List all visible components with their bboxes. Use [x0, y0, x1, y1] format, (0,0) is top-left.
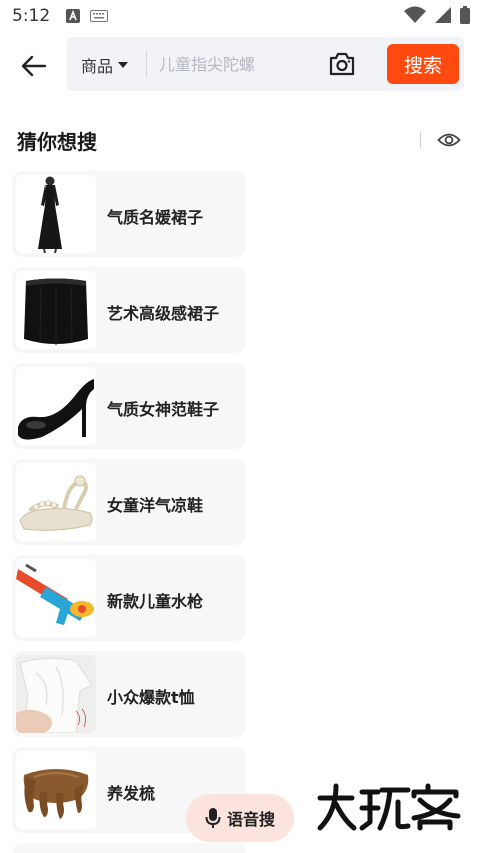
dawanke-logo-image	[317, 783, 461, 831]
suggestion-label: 女童洋气凉鞋	[107, 496, 204, 515]
white-tshirt-image	[16, 655, 96, 733]
search-box: 商品 搜索	[67, 37, 464, 91]
suggestion-item[interactable]: 气质女神范鞋子	[12, 363, 246, 449]
microphone-icon	[205, 808, 221, 828]
status-bar: 5:12	[0, 0, 480, 32]
product-thumbnail	[16, 367, 96, 445]
arrow-left-icon	[21, 55, 47, 77]
product-thumbnail	[16, 559, 96, 637]
keyboard-icon	[90, 10, 109, 22]
status-time: 5:12	[12, 6, 51, 26]
product-thumbnail	[16, 175, 96, 253]
camera-icon	[329, 52, 355, 76]
battery-icon	[460, 6, 470, 24]
scope-divider	[146, 51, 147, 77]
wifi-icon	[404, 6, 426, 23]
visibility-toggle[interactable]	[437, 130, 461, 150]
wooden-comb-image	[23, 769, 89, 819]
back-button[interactable]	[18, 50, 50, 82]
product-thumbnail	[16, 271, 96, 349]
product-thumbnail	[16, 463, 96, 541]
suggestion-label: 气质女神范鞋子	[107, 400, 220, 419]
black-skirt-image	[24, 278, 88, 345]
status-notification-icons	[66, 9, 109, 23]
voice-search-label: 语音搜	[226, 810, 275, 829]
signal-icon	[435, 7, 451, 23]
suggestion-item[interactable]: 气质名媛裙子	[12, 171, 246, 257]
suggestion-item[interactable]: 女童洋气凉鞋	[12, 459, 246, 545]
suggestion-label: 气质名媛裙子	[107, 208, 204, 227]
suggestion-label: 小众爆款t恤	[107, 688, 195, 707]
a-notification-icon	[66, 9, 81, 23]
suggestion-item[interactable]: 小众爆款t恤	[12, 651, 246, 737]
section-divider	[420, 132, 421, 148]
section-title: 猜你想搜	[17, 130, 97, 154]
watermark-logo	[316, 782, 462, 832]
search-button[interactable]: 搜索	[387, 44, 459, 84]
suggestion-item[interactable]: 艺术高级感裙子	[12, 267, 246, 353]
suggestion-label: 新款儿童水枪	[107, 592, 204, 611]
suggestion-label: 养发梳	[107, 784, 156, 803]
water-gun-image	[16, 563, 94, 625]
eye-icon	[437, 133, 461, 147]
status-system-icons	[404, 6, 470, 24]
suggestion-item[interactable]: 新款儿童水枪	[12, 555, 246, 641]
next-suggestion-item-partial[interactable]	[12, 843, 246, 853]
beige-sandal-image	[19, 475, 93, 531]
black-dress-image	[38, 176, 62, 253]
black-heel-image	[18, 379, 94, 440]
search-scope-label: 商品	[81, 57, 114, 76]
caret-down-icon	[118, 62, 129, 68]
suggestion-label: 艺术高级感裙子	[107, 304, 220, 323]
product-thumbnail	[16, 655, 96, 733]
product-thumbnail	[16, 751, 96, 829]
search-input[interactable]	[159, 50, 299, 78]
camera-search-button[interactable]	[328, 51, 356, 77]
voice-search-button[interactable]: 语音搜	[186, 794, 294, 842]
search-scope-dropdown[interactable]: 商品	[81, 53, 129, 77]
